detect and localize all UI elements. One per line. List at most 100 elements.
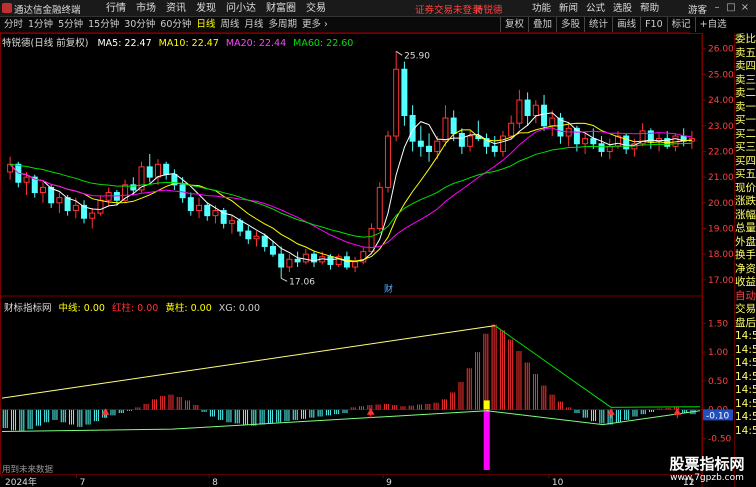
stock-name-label: 特锐德(日线 前复权): [2, 38, 89, 49]
candle-body-29: [245, 230, 252, 240]
tool-button-7[interactable]: +自选: [694, 17, 731, 32]
quote-row-15: 外盘: [735, 235, 756, 248]
tool-button-1[interactable]: 叠加: [528, 17, 556, 32]
period-tab-0[interactable]: 分时: [4, 18, 23, 32]
candle-body-62: [516, 99, 523, 124]
tool-button-0[interactable]: 复权: [500, 17, 528, 32]
menu-item-6[interactable]: 交易: [306, 1, 326, 16]
price-tick-label-5: 21.00: [708, 173, 734, 183]
period-tab-8[interactable]: 月线: [244, 18, 263, 32]
low-pointer: [280, 277, 288, 282]
quote-row-2: 卖四: [735, 60, 756, 72]
period-tab-10[interactable]: 更多 ›: [302, 18, 328, 32]
candle-body-47: [393, 68, 400, 137]
login-notice[interactable]: 证券交易未登录: [415, 2, 482, 16]
candle-body-44: [368, 227, 375, 253]
minimize-icon[interactable]: –: [712, 2, 722, 14]
stock-link[interactable]: 特锐德: [474, 2, 503, 16]
right-menu-item-4[interactable]: 帮助: [640, 1, 659, 16]
ma5-line: [9, 112, 692, 262]
quote-row-20: 交易: [735, 303, 756, 315]
menu-item-1[interactable]: 市场: [136, 1, 156, 16]
candle-body-55: [458, 132, 465, 147]
candle-body-24: [204, 204, 211, 217]
menu-item-4[interactable]: 问小达: [226, 1, 256, 16]
candle-body-56: [467, 135, 474, 147]
right-menu-item-1[interactable]: 新闻: [559, 1, 578, 16]
candle-body-32: [269, 245, 276, 255]
quote-row-13: 涨幅: [735, 208, 756, 221]
candle-body-39: [327, 256, 334, 265]
price-tick-label-7: 19.00: [708, 224, 734, 234]
watermark-title: 股票指标网: [669, 455, 745, 473]
sub-legend: 财标指标网 中线: 0.00 红柱: 0.00 黄柱: 0.00 XG: 0.0…: [4, 300, 260, 314]
right-menu-item-3[interactable]: 选股: [613, 1, 632, 16]
quote-row-26: 14:50: [735, 384, 756, 396]
quote-row-12: 涨跌: [735, 195, 756, 207]
quote-row-19: 自动: [735, 289, 756, 302]
candle-body-59: [491, 145, 498, 152]
tool-button-5[interactable]: F10: [640, 17, 667, 32]
quote-row-25: 14:50: [735, 370, 756, 383]
watermark-url: www.7gpzb.com: [670, 473, 744, 483]
tool-button-2[interactable]: 多股: [556, 17, 584, 32]
candle-body-60: [499, 135, 506, 152]
future-data-notice: 用到未来数据: [2, 465, 54, 475]
menu-item-0[interactable]: 行情: [106, 1, 126, 16]
candle-body-23: [196, 204, 203, 212]
period-tab-2[interactable]: 5分钟: [58, 18, 83, 32]
period-tab-9[interactable]: 多周期: [268, 18, 297, 32]
financial-report-icon: 财: [384, 283, 393, 295]
xg-label: XG: 0.00: [218, 303, 261, 314]
sub-tick-label-4: -0.50: [708, 434, 732, 444]
candle-body-11: [97, 199, 104, 214]
candle-body-31: [261, 235, 268, 247]
ma60-line: [10, 142, 692, 238]
sub-tick-label-2: 0.50: [708, 377, 728, 387]
tool-button-3[interactable]: 统计: [584, 17, 612, 32]
close-icon[interactable]: ×: [740, 2, 750, 14]
period-tab-4[interactable]: 30分钟: [124, 18, 155, 32]
period-tab-1[interactable]: 1分钟: [28, 18, 53, 32]
maximize-icon[interactable]: □: [726, 2, 736, 14]
candle-body-4: [39, 186, 46, 194]
main-legend: 特锐德(日线 前复权) MA5: 22.47 MA10: 22.47 MA20:…: [2, 35, 353, 49]
candle-body-81: [672, 135, 679, 147]
guest-button[interactable]: 游客: [688, 2, 707, 16]
menu-item-5[interactable]: 财富圈: [266, 1, 296, 16]
candle-body-10: [89, 212, 96, 219]
period-tab-3[interactable]: 15分钟: [88, 18, 119, 32]
menu-item-3[interactable]: 发现: [196, 1, 216, 16]
quote-row-8: 买三: [735, 141, 756, 153]
period-tab-6[interactable]: 日线: [196, 18, 215, 32]
upper-trend-line: [1, 325, 496, 399]
menu-item-2[interactable]: 资讯: [166, 1, 186, 16]
candle-body-45: [376, 186, 383, 229]
tool-button-6[interactable]: 标记: [666, 17, 695, 32]
quote-row-22: 14:50: [735, 330, 756, 342]
top-menu: 行情 市场 资讯 发现 问小达 财富圈 交易: [106, 1, 326, 16]
candle-body-0: [7, 163, 14, 173]
candle-body-5: [48, 186, 55, 204]
price-tick-label-3: 23.00: [708, 122, 734, 132]
candle-body-51: [426, 145, 433, 152]
right-menu: 功能 新闻 公式 选股 帮助: [532, 1, 659, 16]
candle-body-46: [384, 135, 391, 188]
candle-body-8: [72, 204, 79, 212]
period-tab-7[interactable]: 周线: [220, 18, 239, 32]
current-value-label: -0.10: [706, 411, 730, 421]
tool-button-4[interactable]: 画线: [612, 17, 640, 32]
quote-row-7: 买二: [735, 127, 756, 140]
quote-row-4: 卖二: [735, 87, 756, 99]
kline-chart[interactable]: 26.00 25.00 24.00 23.00 22.00 21.00 20.00 19.00…: [0, 33, 734, 487]
price-tick-label-1: 25.00: [708, 70, 734, 80]
quote-row-27: 14:50: [735, 397, 756, 410]
right-menu-item-2[interactable]: 公式: [586, 1, 605, 16]
candle-body-54: [450, 117, 457, 134]
candle-body-71: [590, 138, 597, 145]
right-menu-item-0[interactable]: 功能: [532, 1, 551, 16]
watermark: 股票指标网 www.7gpzb.com: [662, 455, 752, 483]
indicator-name[interactable]: 财标指标网: [4, 303, 52, 314]
period-tab-5[interactable]: 60分钟: [160, 18, 191, 32]
price-tick-label-9: 17.00: [708, 276, 734, 286]
